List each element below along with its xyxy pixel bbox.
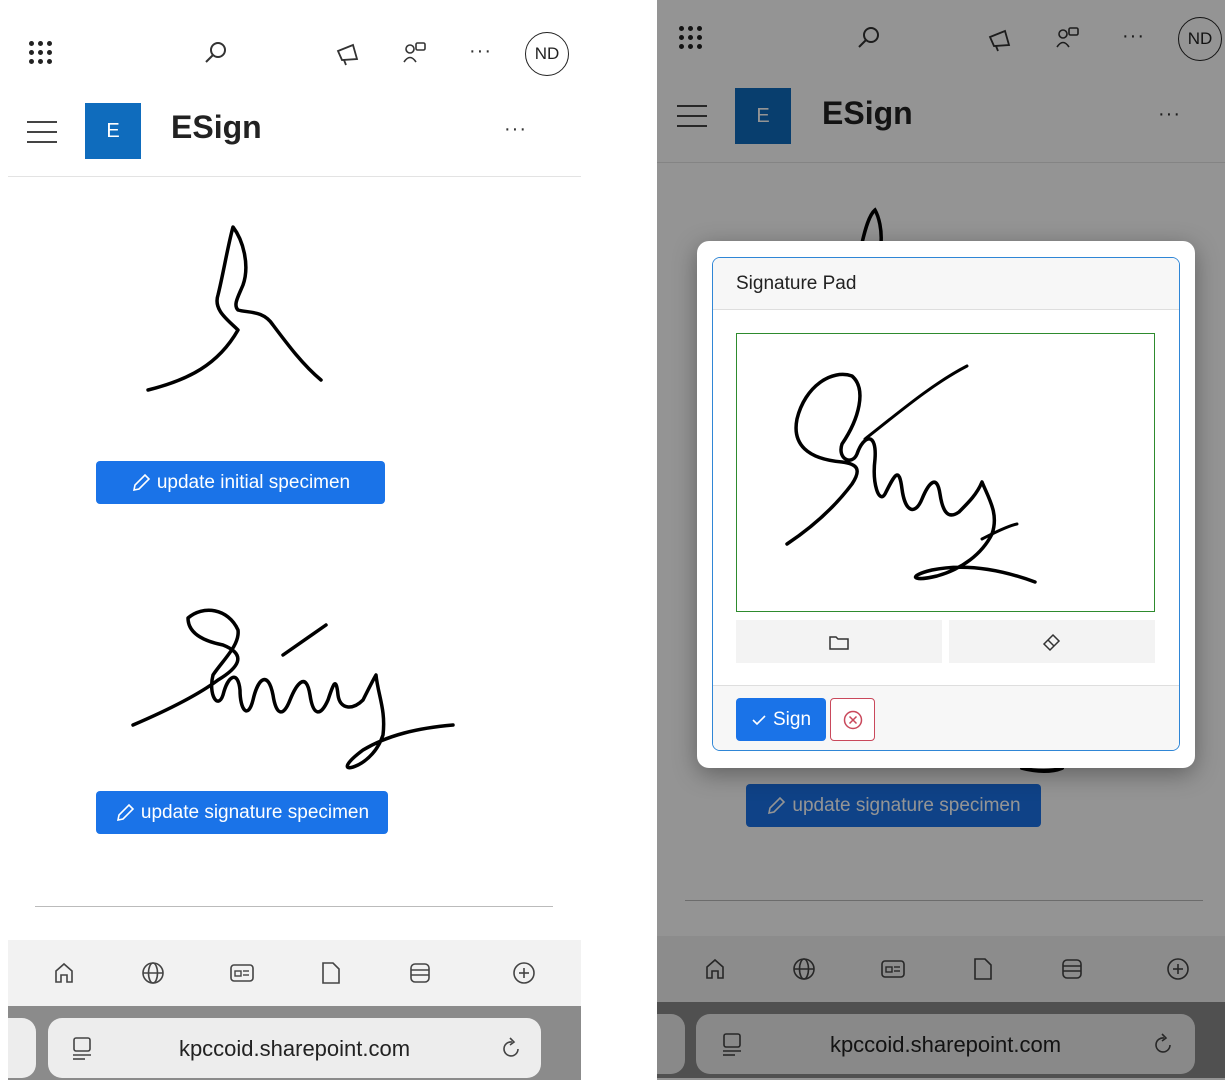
search-icon[interactable] [203, 40, 229, 66]
open-file-button[interactable] [736, 620, 942, 663]
update-signature-button[interactable]: update signature specimen [96, 791, 388, 834]
signature-specimen-image [131, 608, 455, 770]
contact-card-icon[interactable] [212, 940, 272, 1006]
home-icon[interactable] [34, 940, 94, 1006]
initial-specimen-image [146, 225, 323, 392]
document-icon[interactable] [301, 940, 361, 1006]
header-divider [8, 176, 581, 177]
site-logo[interactable]: E [85, 103, 141, 159]
signature-pad-panel: Signature Pad Sign [712, 257, 1180, 751]
content-divider [35, 906, 553, 907]
signature-pad-dialog: Signature Pad Sign [697, 241, 1195, 768]
update-initial-label: update initial specimen [156, 471, 351, 493]
dialog-footer: Sign [713, 685, 1179, 750]
update-signature-label: update signature specimen [140, 801, 370, 823]
site-title[interactable]: ESign [171, 109, 262, 146]
site-more-button[interactable]: ··· [504, 118, 527, 141]
pencil-icon [132, 473, 150, 491]
url-field[interactable]: kpccoid.sharepoint.com [48, 1018, 541, 1078]
more-options-button[interactable]: ··· [469, 40, 492, 63]
add-icon[interactable] [494, 940, 554, 1006]
sign-label: Sign [772, 708, 812, 730]
browser-tabbar [8, 940, 581, 1006]
hamburger-menu-icon[interactable] [27, 121, 57, 151]
update-initial-button[interactable]: update initial specimen [96, 461, 385, 504]
cancel-circle-icon [843, 710, 862, 729]
suite-bar: ··· ND [8, 0, 581, 100]
cancel-button[interactable] [830, 698, 875, 741]
sign-button[interactable]: Sign [736, 698, 826, 741]
dialog-title: Signature Pad [736, 273, 857, 294]
clear-pad-button[interactable] [949, 620, 1155, 663]
reload-icon[interactable] [500, 1036, 524, 1060]
left-screen: ··· ND E ESign ··· update initial specim… [8, 0, 581, 1080]
eraser-icon [1042, 633, 1061, 651]
right-screen: ··· ND E ESign ··· update signature spec… [657, 0, 1225, 1080]
previous-tab-pill[interactable] [8, 1018, 36, 1078]
folder-icon [829, 635, 849, 650]
megaphone-icon[interactable] [335, 41, 361, 67]
avatar[interactable]: ND [525, 32, 569, 76]
address-bar: kpccoid.sharepoint.com [8, 1006, 581, 1080]
list-icon[interactable] [390, 940, 450, 1006]
check-icon [752, 714, 766, 725]
pencil-icon [116, 803, 135, 821]
drawn-signature [785, 364, 1037, 584]
signature-canvas[interactable] [736, 333, 1155, 612]
globe-icon[interactable] [123, 940, 183, 1006]
people-icon[interactable] [402, 40, 428, 66]
waffle-icon[interactable] [29, 41, 53, 65]
dialog-header: Signature Pad [713, 258, 1179, 310]
url-text: kpccoid.sharepoint.com [178, 1036, 411, 1061]
